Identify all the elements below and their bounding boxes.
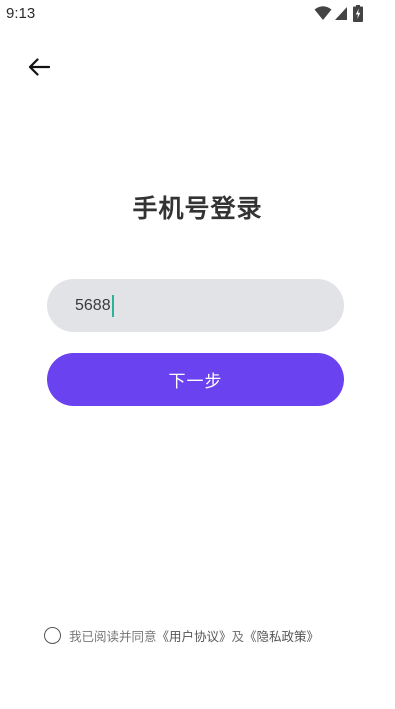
- agreement-row: 我已阅读并同意 《用户协议》 及 《隐私政策》: [44, 625, 319, 645]
- agree-radio[interactable]: [44, 626, 61, 644]
- phone-input[interactable]: 5688: [47, 279, 344, 332]
- wifi-icon: [314, 5, 332, 21]
- arrow-left-icon: [28, 58, 51, 80]
- login-screen: 9:13 手机号登录 5688 下一步 我已阅读并同意 《用户协议》 及 《隐私…: [0, 0, 395, 709]
- privacy-policy-link[interactable]: 《隐私政策》: [244, 626, 319, 645]
- next-button[interactable]: 下一步: [47, 353, 344, 406]
- phone-input-value: 5688: [75, 296, 111, 314]
- back-button[interactable]: [22, 54, 56, 84]
- status-time: 9:13: [6, 5, 36, 22]
- status-bar: 9:13: [0, 0, 395, 28]
- page-title: 手机号登录: [132, 194, 263, 223]
- status-icons: [314, 4, 363, 22]
- cellular-signal-icon: [334, 5, 348, 21]
- agreement-conjunction: 及: [231, 628, 245, 644]
- user-agreement-link[interactable]: 《用户协议》: [157, 626, 232, 645]
- battery-charging-icon: [353, 4, 363, 22]
- agreement-prefix: 我已阅读并同意: [69, 628, 157, 644]
- text-caret: [111, 294, 114, 317]
